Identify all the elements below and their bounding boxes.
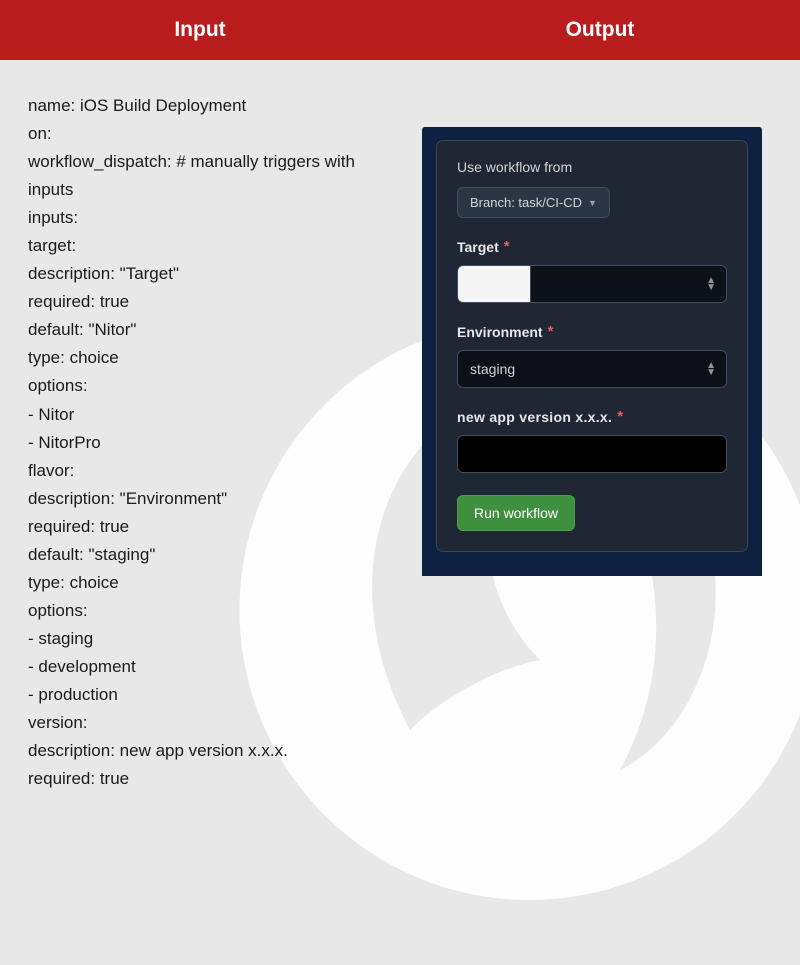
yaml-line: inputs: [28, 204, 404, 232]
yaml-line: - development [28, 653, 404, 681]
caret-down-icon: ▼ [588, 198, 597, 208]
yaml-line: name: iOS Build Deployment [28, 92, 404, 120]
yaml-line: description: "Environment" [28, 485, 404, 513]
target-select-active-cursor [458, 266, 531, 302]
use-workflow-from-label: Use workflow from [457, 159, 727, 175]
branch-label: Branch: task/CI-CD [470, 195, 582, 210]
yaml-line: description: new app version x.x.x. [28, 737, 404, 765]
workflow-dialog: Use workflow from Branch: task/CI-CD ▼ T… [436, 140, 748, 552]
version-label-text: new app version x.x.x. [457, 409, 612, 425]
run-workflow-button[interactable]: Run workflow [457, 495, 575, 531]
version-field-label: new app version x.x.x. * [457, 408, 727, 425]
required-asterisk-icon: * [504, 238, 510, 255]
target-label-text: Target [457, 239, 499, 255]
yaml-line: version: [28, 709, 404, 737]
environment-label-text: Environment [457, 324, 543, 340]
yaml-line: options: [28, 597, 404, 625]
select-arrows-icon: ▲▼ [706, 362, 716, 376]
yaml-line: target: [28, 232, 404, 260]
version-input[interactable] [457, 435, 727, 473]
environment-select-value: staging [470, 361, 515, 377]
yaml-line: workflow_dispatch: # manually triggers w… [28, 148, 404, 204]
header-bar: Input Output [0, 0, 800, 60]
yaml-line: required: true [28, 288, 404, 316]
yaml-line: - production [28, 681, 404, 709]
dialog-backdrop [747, 127, 762, 563]
required-asterisk-icon: * [617, 408, 623, 425]
header-input-label: Input [0, 0, 400, 60]
yaml-line: options: [28, 372, 404, 400]
yaml-line: default: "Nitor" [28, 316, 404, 344]
branch-select-button[interactable]: Branch: task/CI-CD ▼ [457, 187, 610, 218]
yaml-line: - staging [28, 625, 404, 653]
yaml-line: description: "Target" [28, 260, 404, 288]
yaml-line: default: "staging" [28, 541, 404, 569]
target-select[interactable]: ▲▼ [457, 265, 727, 303]
required-asterisk-icon: * [548, 323, 554, 340]
yaml-line: required: true [28, 765, 404, 793]
yaml-line: type: choice [28, 569, 404, 597]
dialog-backdrop [422, 127, 437, 563]
environment-field-label: Environment * [457, 323, 727, 340]
dialog-backdrop [422, 546, 762, 576]
input-column: name: iOS Build Deployment on: workflow_… [0, 80, 404, 793]
yaml-line: - Nitor [28, 401, 404, 429]
environment-select[interactable]: staging ▲▼ [457, 350, 727, 388]
yaml-line: flavor: [28, 457, 404, 485]
output-column: Use workflow from Branch: task/CI-CD ▼ T… [404, 80, 800, 793]
yaml-line: - NitorPro [28, 429, 404, 457]
yaml-line: type: choice [28, 344, 404, 372]
select-arrows-icon: ▲▼ [706, 277, 716, 291]
target-field-label: Target * [457, 238, 727, 255]
yaml-line: on: [28, 120, 404, 148]
yaml-line: required: true [28, 513, 404, 541]
header-output-label: Output [400, 0, 800, 60]
dialog-backdrop [422, 127, 762, 152]
